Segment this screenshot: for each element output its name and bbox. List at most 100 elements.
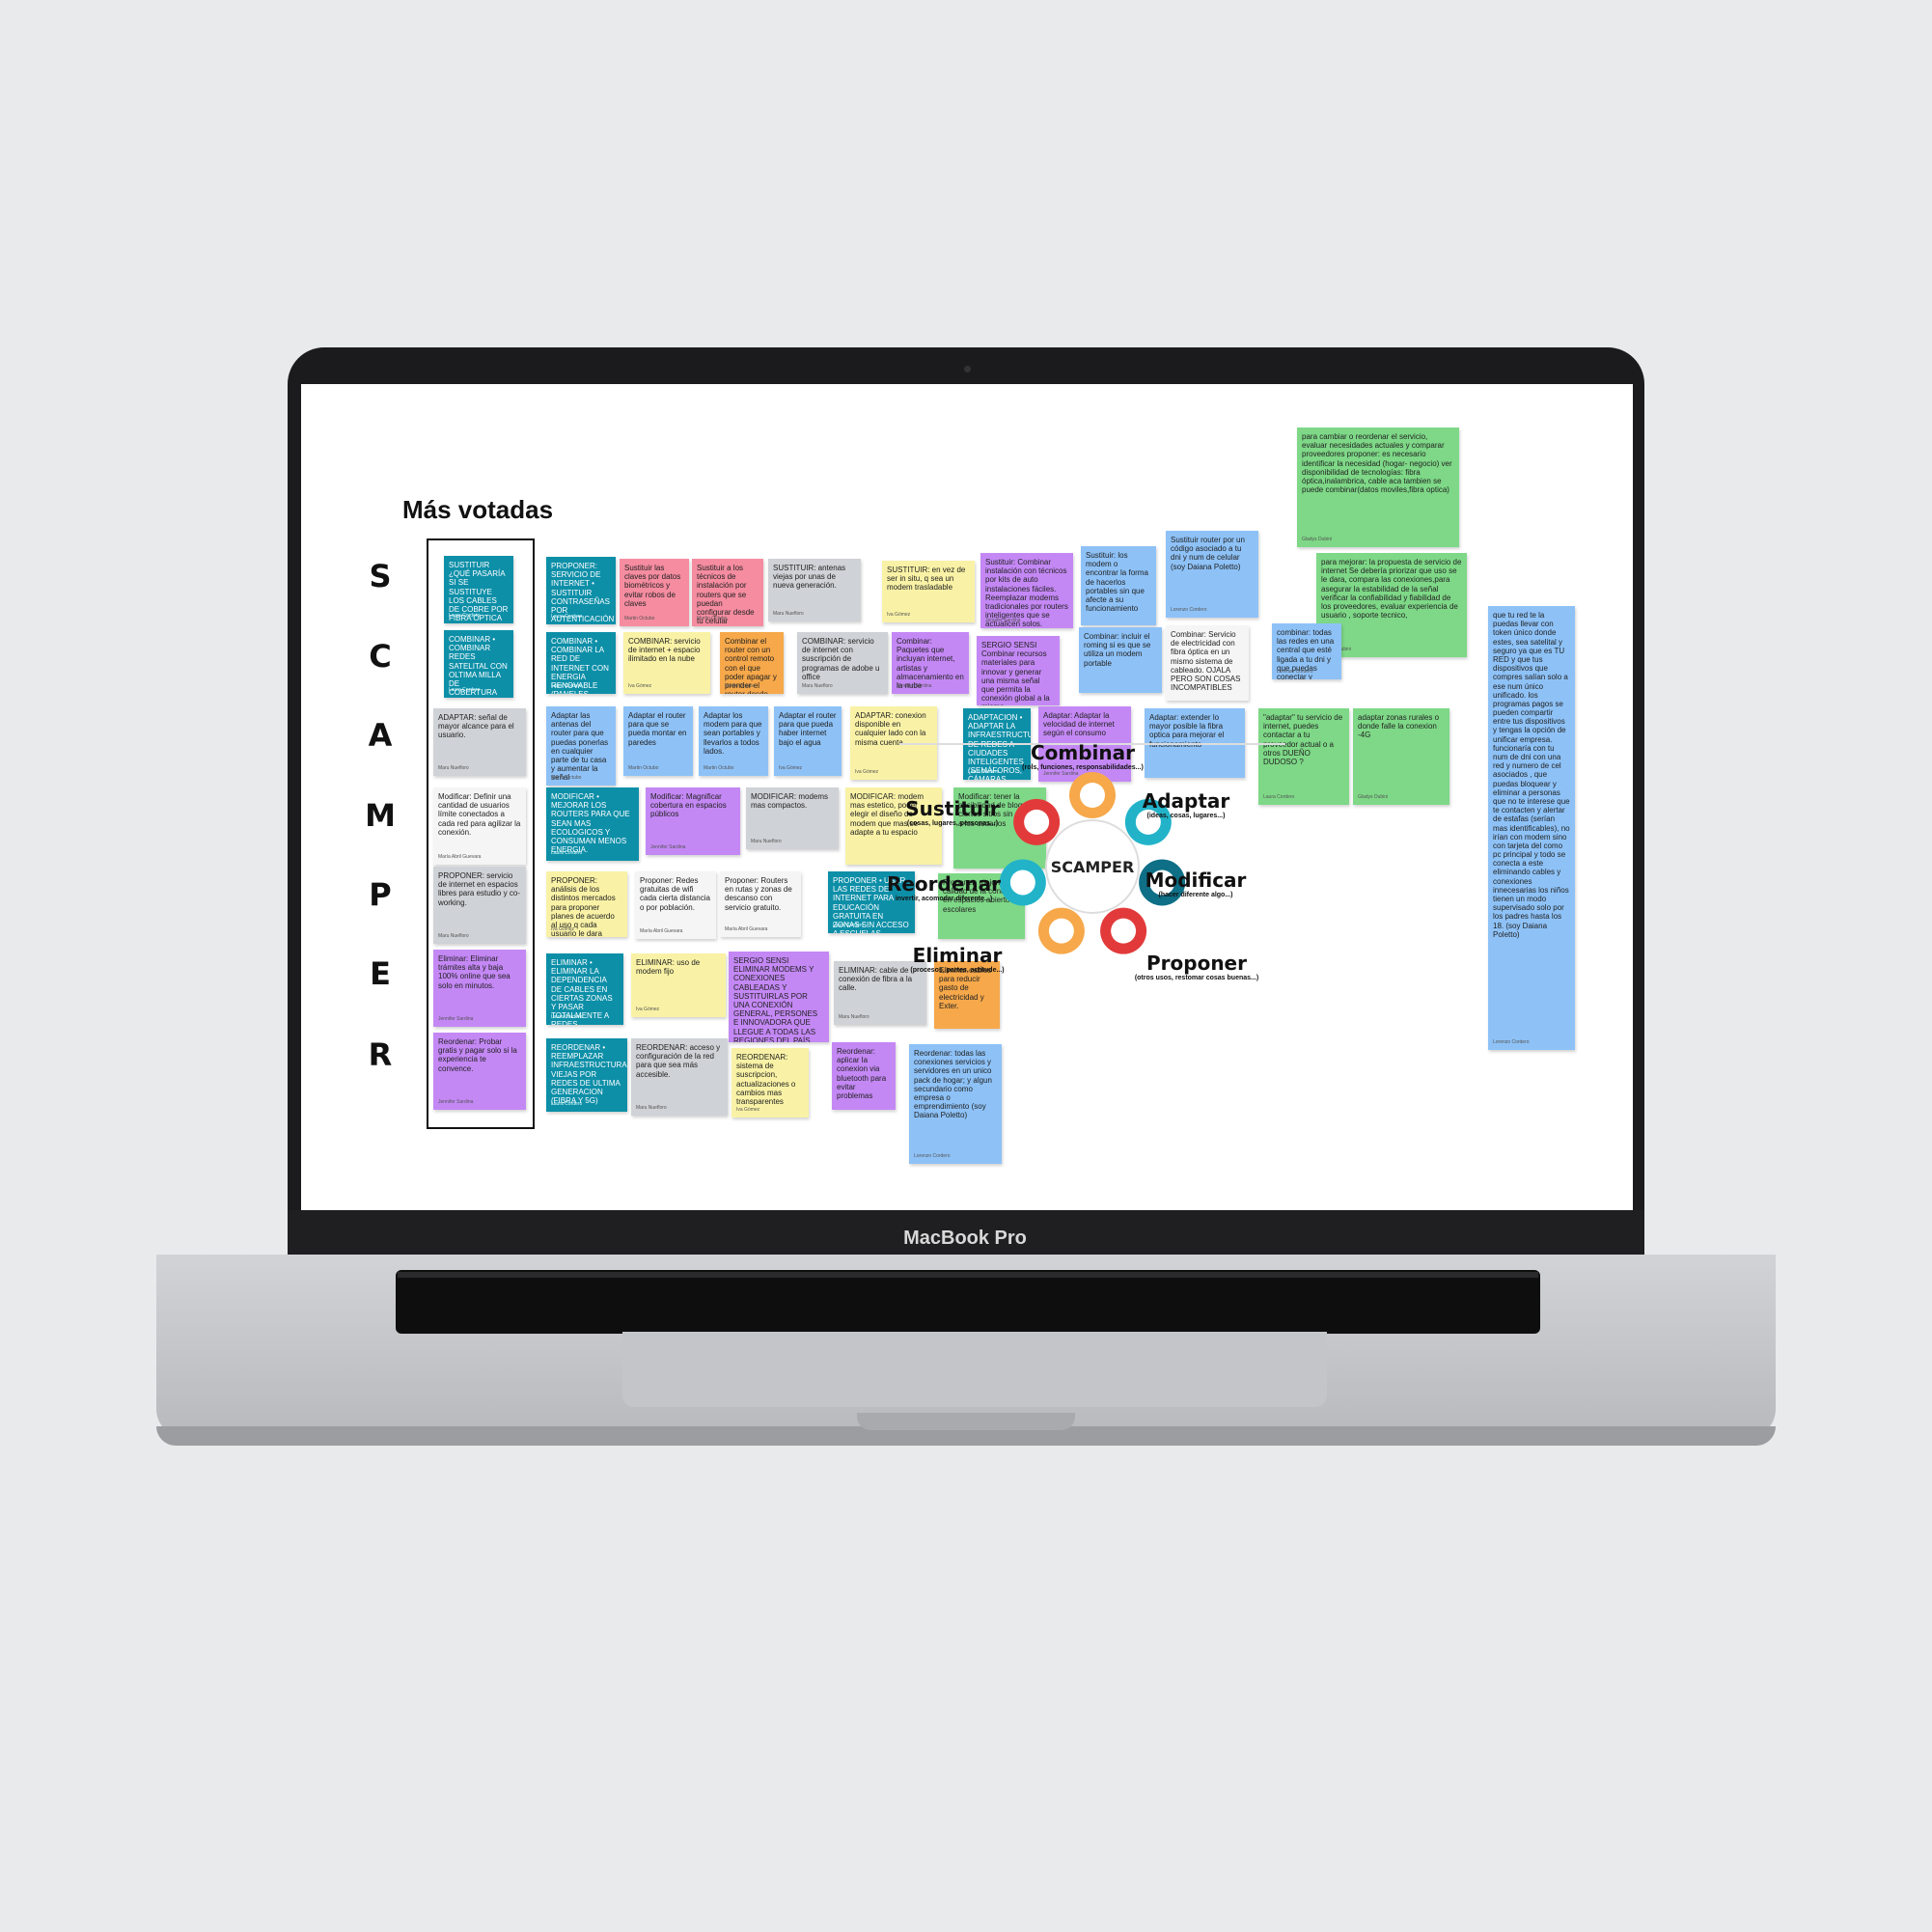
sticky-note[interactable]: Adaptar los modem para que sean portable… [699, 706, 768, 776]
sticky-note[interactable]: REORDENAR • REEMPLAZAR INFRAESTRUCTURAS … [546, 1038, 627, 1112]
sticky-note-text: SUSTITUIR: en vez de ser in situ, q sea … [887, 566, 966, 593]
sticky-note-author: Gladys Dubini [1358, 794, 1389, 801]
diagram-center-label: SCAMPER [1051, 858, 1135, 876]
sticky-note-author: Gladys Dubini [1302, 537, 1333, 543]
sticky-note[interactable]: ADAPTAR: señal de mayor alcance para el … [433, 708, 526, 776]
sticky-note[interactable]: COMBINAR: servicio de internet + espacio… [623, 632, 710, 694]
sticky-note-text: Sustituir las claves por datos biométric… [624, 564, 681, 608]
sticky-note[interactable]: Reordenar: Probar gratis y pagar solo si… [433, 1033, 526, 1110]
sticky-note[interactable]: SERGIO SENSI ELIMINAR MODEMS Y CONEXIONE… [729, 952, 829, 1042]
trackpad[interactable] [622, 1332, 1327, 1407]
sticky-note-text: REORDENAR: acceso y configuración de la … [636, 1043, 721, 1079]
diagram-label-sub: (cosas, lugares, personas...) [906, 820, 999, 827]
sticky-note[interactable]: COMBINAR • COMBINAR LA RED DE INTERNET C… [546, 632, 616, 694]
sticky-note[interactable]: Eliminar: Eliminar trámites alta y baja … [433, 950, 526, 1027]
diagram-label-sub: (rols, funciones, responsabilidades...) [1022, 764, 1144, 771]
sticky-note[interactable]: Reordenar: aplicar la conexion via bluet… [832, 1042, 896, 1110]
scamper-letter: S [369, 558, 392, 594]
sticky-note-author: Laura Cordero [449, 613, 481, 620]
sticky-note[interactable]: Sustituir a los técnicos de instalación … [692, 559, 763, 626]
scamper-diagram: SCAMPER [999, 772, 1186, 954]
sticky-note-text: Sustituir: los modem o encontrar la form… [1086, 551, 1148, 614]
sticky-note-text: MODIFICAR: modems mas compactos. [751, 792, 829, 811]
sticky-note-author: Martin Octubo [551, 775, 582, 782]
diagram-label: Combinar (rols, funciones, responsabilida… [1015, 741, 1150, 771]
sticky-note[interactable]: Proponer: Redes gratuitas de wifi cada c… [635, 871, 716, 939]
sticky-note-author: Maru Nuefloro [802, 683, 833, 690]
sticky-note[interactable]: para cambiar o reordenar el servicio, ev… [1297, 428, 1459, 547]
sticky-note-text: para mejorar: la propuesta de servicio d… [1321, 558, 1462, 621]
sticky-note-author: Maru Nuefloro [438, 765, 469, 772]
sticky-note-author: Laura Cordero [551, 683, 583, 690]
sticky-note-author: Lorenzo Cordero [1171, 607, 1207, 614]
sticky-note[interactable]: Adaptar las antenas del router para que … [546, 706, 616, 786]
sticky-note-author: Iva Gómez [628, 683, 652, 690]
sticky-note[interactable]: Combinar: incluir el roming si es que se… [1079, 627, 1162, 693]
diagram-segment-icon [1048, 918, 1074, 944]
brand-label: MacBook Pro [903, 1228, 1027, 1249]
sticky-note[interactable]: Sustituir: los modem o encontrar la form… [1081, 546, 1156, 625]
sticky-note-author: Iva Gómez [887, 612, 911, 619]
sticky-note[interactable]: ELIMINAR • ELIMINAR LA DEPENDENCIA DE CA… [546, 953, 623, 1025]
sticky-note-author: Maru Nuefloro [636, 1105, 667, 1112]
sticky-note-author: Laura Cordero [551, 1014, 583, 1021]
keyboard[interactable] [396, 1270, 1540, 1334]
touch-bar[interactable] [398, 1272, 1538, 1278]
sticky-note-author: Iva Gómez [551, 926, 575, 933]
sticky-note[interactable]: Adaptar el router para que pueda haber i… [774, 706, 842, 776]
sticky-note[interactable]: PROPONER: análisis de los distintos merc… [546, 871, 627, 937]
sticky-note[interactable]: Modificar: Magnificar cobertura en espac… [646, 787, 740, 855]
sticky-note-author: Iva Gómez [855, 769, 879, 776]
sticky-note-text: que tu red te la puedas llevar con token… [1493, 611, 1570, 939]
sticky-note-author: Maru Nuefloro [751, 839, 782, 845]
sticky-note-author: Iva Gómez [779, 765, 803, 772]
sticky-note[interactable]: ELIMINAR: uso de modem fijo Iva Gómez [631, 953, 726, 1017]
sticky-note-text: Sustituir router por un código asociado … [1171, 536, 1245, 571]
sticky-note-author: Martin Octubo [624, 616, 655, 622]
sticky-note[interactable]: SERGIO SENSI Combinar recursos materiale… [977, 636, 1060, 705]
sticky-note-author: Lorenzo Cordero [1277, 669, 1313, 676]
sticky-note[interactable]: MODIFICAR • MEJORAR LOS ROUTERS PARA QUE… [546, 787, 639, 861]
sticky-note[interactable]: Reordenar: todas las conexiones servicio… [909, 1044, 1002, 1164]
sticky-note[interactable]: Combinar el router con un control remoto… [720, 632, 784, 694]
sticky-note[interactable]: Sustituir router por un código asociado … [1166, 531, 1258, 618]
sticky-note-text: Proponer: Redes gratuitas de wifi cada c… [640, 876, 710, 912]
sticky-note[interactable]: PROPONER: servicio de internet en espaci… [433, 867, 526, 944]
sticky-note[interactable]: REORDENAR: sistema de suscripcion, actua… [731, 1048, 809, 1118]
diagram-label-title: Eliminar [912, 944, 1003, 967]
sticky-note[interactable]: REORDENAR: acceso y configuración de la … [631, 1038, 728, 1116]
sticky-note[interactable]: SUSTITUIR ¿QUÉ PASARÍA SI SE SUSTITUYE L… [444, 556, 513, 623]
sticky-note[interactable]: Adaptar el router para que se pueda mont… [623, 706, 693, 776]
sticky-note[interactable]: PROPONER: SERVICIO DE INTERNET • SUSTITU… [546, 557, 616, 624]
sticky-note-author: Laura Cordero [551, 850, 583, 857]
sticky-note[interactable]: combinar: todas las redes en una central… [1272, 623, 1341, 679]
sticky-note[interactable]: SUSTITUIR: en vez de ser in situ, q sea … [882, 561, 975, 622]
sticky-note-text: Combinar: Paquetes que incluyan internet… [897, 637, 964, 690]
sticky-note-author: Lorenzo Cordero [1493, 1039, 1530, 1046]
diagram-label-title: Proponer [1146, 952, 1247, 975]
sticky-note[interactable]: adaptar zonas rurales o donde falle la c… [1353, 708, 1449, 805]
sticky-note-text: ELIMINAR: uso de modem fijo [636, 958, 701, 977]
sticky-note-text: Reordenar: todas las conexiones servicio… [914, 1049, 992, 1120]
sticky-note-text: Adaptar el router para que se pueda mont… [628, 711, 687, 747]
sticky-note[interactable]: Sustituir: Combinar instalación con técn… [980, 553, 1073, 628]
sticky-note-author: Jennifer Sardina [438, 1099, 474, 1106]
sticky-note[interactable]: MODIFICAR: modems mas compactos. Maru Nue… [746, 787, 839, 849]
sticky-note-author: María Abril Guevara [640, 928, 683, 935]
sticky-note-author: María Abril Guevara [725, 926, 768, 933]
scamper-letter: M [365, 797, 396, 834]
diagram-label-title: Adaptar [1142, 789, 1230, 813]
sticky-note[interactable]: Combinar: Paquetes que incluyan internet… [892, 632, 969, 694]
sticky-note[interactable]: Proponer: Routers en rutas y zonas de de… [720, 871, 801, 937]
sticky-note[interactable]: COMBINAR • COMBINAR REDES SATELITAL CON … [444, 630, 513, 698]
sticky-note[interactable]: Combinar: Servicio de electricidad con f… [1166, 625, 1249, 701]
diagram-label: Eliminar (procesos, partes, actitude...) [899, 944, 1015, 974]
screen: Más votadas SCAMPER SUSTITUIR ¿QUÉ PASAR… [301, 384, 1633, 1210]
sticky-note[interactable]: que tu red te la puedas llevar con token… [1488, 606, 1575, 1050]
sticky-note-text: Proponer: Routers en rutas y zonas de de… [725, 876, 792, 912]
diagram-label: Proponer (otros usos, restomar cosas buen… [1119, 952, 1274, 981]
sticky-note[interactable]: Modificar: Definir una cantidad de usuar… [433, 787, 526, 865]
sticky-note[interactable]: Sustituir las claves por datos biométric… [620, 559, 689, 626]
sticky-note[interactable]: COMBINAR: servicio de internet con suscr… [797, 632, 888, 694]
sticky-note[interactable]: SUSTITUIR: antenas viejas por unas de nu… [768, 559, 861, 621]
